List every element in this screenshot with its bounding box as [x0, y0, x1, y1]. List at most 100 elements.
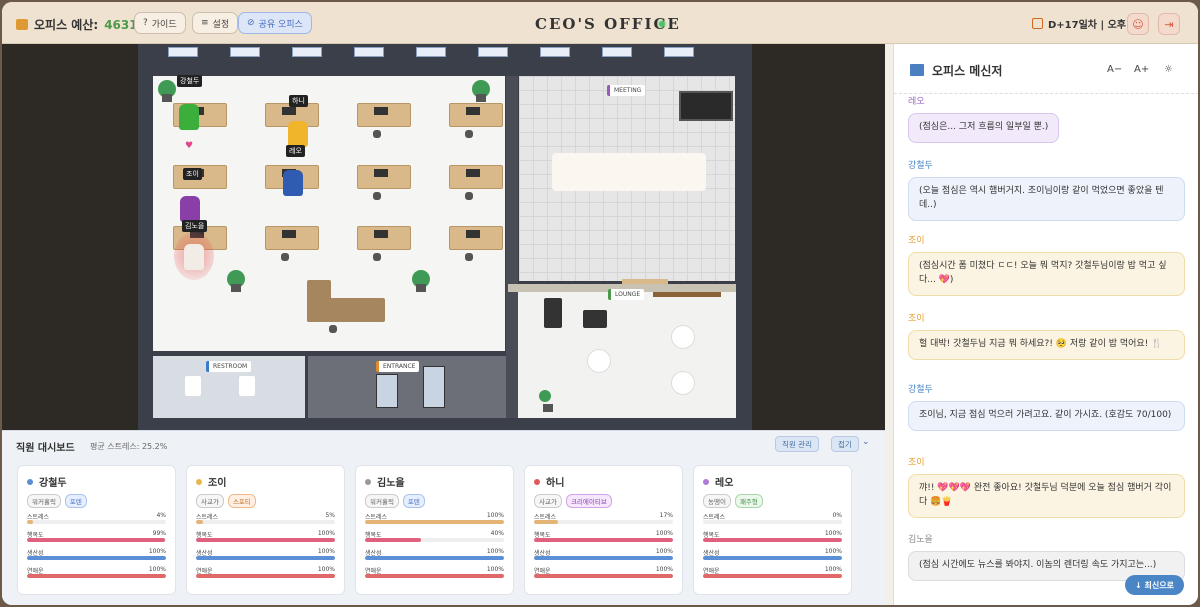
- status-dot: [27, 478, 33, 485]
- stat-value: 100%: [148, 548, 166, 555]
- message-item: 조이 꺄!! 💖💖💖 완전 좋아요! 갓철두님 덕분에 오늘 점심 햄버거 각이다…: [908, 455, 1185, 518]
- stat-fill: [27, 538, 165, 542]
- day-indicator: D+17일차 | 오후: [1032, 16, 1126, 31]
- stat-bar: [365, 556, 504, 560]
- status-dot: [703, 478, 709, 485]
- stat-value: 17%: [659, 512, 673, 519]
- day-label: D+17일차 | 오후: [1048, 20, 1127, 31]
- message-item: 강철두 (오늘 점심은 역시 햄버거지. 조이님이랑 같이 먹었으면 좋았을 텐데…: [908, 158, 1185, 221]
- vending-machine: [544, 298, 562, 328]
- stat-happy: 행복도 99%: [27, 530, 166, 544]
- stat-value: 4%: [156, 512, 166, 519]
- message-bubble: (점심시간 폼 미쳤다 ㄷㄷ! 오늘 뭐 먹지? 갓철두님이랑 밥 먹고 싶다.…: [908, 252, 1185, 296]
- stat-bar: [365, 538, 504, 542]
- employee-card[interactable]: 김노을 워커홀릭 포텐 스트레스 100% 행복도 40% 생산성 100% 연애운 100%: [355, 465, 514, 595]
- stat-value: 100%: [148, 566, 166, 573]
- tv: [679, 91, 733, 121]
- character-joy[interactable]: [180, 196, 200, 222]
- ceo-chair: [329, 325, 337, 333]
- message-item: 김노을 (점심 시간에도 뉴스를 봐야지. 이놈의 렌더링 속도 가지고는...): [908, 532, 1185, 581]
- plant: [412, 270, 430, 292]
- message-bubble: (오늘 점심은 역시 햄버거지. 조이님이랑 같이 먹었으면 좋았을 텐데..): [908, 177, 1185, 221]
- stat-prod: 생산성 100%: [534, 548, 673, 562]
- sliders-icon: ≡: [201, 18, 209, 28]
- character-kim[interactable]: [184, 244, 204, 270]
- stat-fill: [703, 556, 842, 560]
- trait-tag: 농땡이: [703, 494, 731, 508]
- trait-tag: 워커홀릭: [27, 494, 61, 508]
- stat-stress: 스트레스 0%: [703, 512, 842, 526]
- entrance-door[interactable]: [376, 374, 398, 408]
- character-kang[interactable]: [179, 104, 199, 130]
- stat-value: 100%: [486, 548, 504, 555]
- stat-prod: 생산성 100%: [27, 548, 166, 562]
- character-leo[interactable]: [283, 170, 303, 196]
- dashboard-title: 직원 대시보드: [16, 443, 75, 454]
- stat-value: 100%: [486, 566, 504, 573]
- chair: [281, 253, 289, 261]
- entrance-door[interactable]: [423, 366, 445, 408]
- desk: [357, 165, 411, 189]
- employee-card[interactable]: 레오 농땡이 패주형 스트레스 0% 행복도 100% 생산성 100% 연애운 100%: [693, 465, 852, 595]
- stat-fill: [196, 574, 335, 578]
- stat-bar: [27, 538, 166, 542]
- compass-icon: ⊘: [247, 18, 255, 28]
- stat-fill: [27, 574, 166, 578]
- stat-value: 100%: [655, 566, 673, 573]
- character-hani[interactable]: [288, 121, 308, 147]
- sink: [185, 376, 201, 396]
- message-item: 레오 (점심은... 그저 흐름의 일부일 뿐.): [908, 94, 1185, 143]
- stat-stress: 스트레스 5%: [196, 512, 335, 526]
- stat-bar: [703, 574, 842, 578]
- name-tag-kim: 김노을: [182, 220, 208, 232]
- stat-fill: [534, 538, 673, 542]
- chair: [373, 130, 381, 138]
- stat-fill: [365, 520, 504, 524]
- stat-bar: [196, 556, 335, 560]
- scroll-to-latest-button[interactable]: ↓ 최신으로: [1125, 575, 1184, 595]
- employees-button[interactable]: ☺: [1127, 13, 1149, 35]
- sink: [239, 376, 255, 396]
- office-map[interactable]: 강철두 하니 레오 조이 김노을 ♥ MEETING LOUNGE RESTRO…: [2, 44, 885, 430]
- stat-fill: [365, 538, 421, 542]
- stat-bar: [196, 538, 335, 542]
- collapse-button[interactable]: 접기: [831, 436, 859, 452]
- desk: [449, 226, 503, 250]
- stat-love: 연애운 100%: [196, 566, 335, 580]
- employee-card[interactable]: 강철두 워커홀릭 포텐 스트레스 4% 행복도 99% 생산성 100% 연애운 100%: [17, 465, 176, 595]
- plant: [158, 80, 176, 102]
- employee-card[interactable]: 하니 사교가 크리에이티브 스트레스 17% 행복도 100% 생산성 100% 연애운 100%: [524, 465, 683, 595]
- app-frame: 오피스 예산: 4631원 ? 가이드 ≡ 설정 ⊘ 공유 오피스 CEO'S …: [2, 2, 1198, 605]
- stat-fill: [27, 556, 166, 560]
- calendar-icon: [1032, 18, 1043, 29]
- coffee-machine: [583, 310, 607, 328]
- stat-prod: 생산성 100%: [703, 548, 842, 562]
- stat-fill: [196, 538, 335, 542]
- manage-employees-button[interactable]: 직원 관리: [775, 436, 819, 452]
- stat-bar: [534, 520, 673, 524]
- room-label-meeting: MEETING: [607, 85, 646, 96]
- settings-button[interactable]: ≡ 설정: [192, 12, 239, 34]
- stat-fill: [27, 520, 33, 524]
- font-increase-button[interactable]: A+: [1134, 64, 1149, 75]
- employee-card[interactable]: 조이 사교가 스포티 스트레스 5% 행복도 100% 생산성 100% 연애운 100%: [186, 465, 345, 595]
- trait-tags: 사교가 스포티: [196, 494, 335, 508]
- budget-display: 오피스 예산: 4631원: [16, 16, 149, 33]
- message-sender: 김노을: [908, 535, 933, 545]
- stat-bar: [703, 538, 842, 542]
- guide-button[interactable]: ? 가이드: [134, 12, 186, 34]
- stat-bar: [196, 574, 335, 578]
- stat-fill: [365, 556, 504, 560]
- font-decrease-button[interactable]: A−: [1107, 64, 1122, 75]
- lightbulb-icon[interactable]: ☼: [1164, 64, 1173, 75]
- employee-name: 레오: [703, 474, 842, 489]
- chair: [465, 130, 473, 138]
- stat-bar: [27, 556, 166, 560]
- window: [354, 47, 384, 57]
- chevron-down-icon[interactable]: ⌄: [862, 437, 870, 447]
- budget-icon: [16, 19, 28, 30]
- message-item: 조이 (점심시간 폼 미쳤다 ㄷㄷ! 오늘 뭐 먹지? 갓철두님이랑 밥 먹고 싶…: [908, 233, 1185, 296]
- stat-value: 100%: [317, 566, 335, 573]
- share-office-button[interactable]: ⊘ 공유 오피스: [238, 12, 312, 34]
- logout-button[interactable]: ⇥: [1158, 13, 1180, 35]
